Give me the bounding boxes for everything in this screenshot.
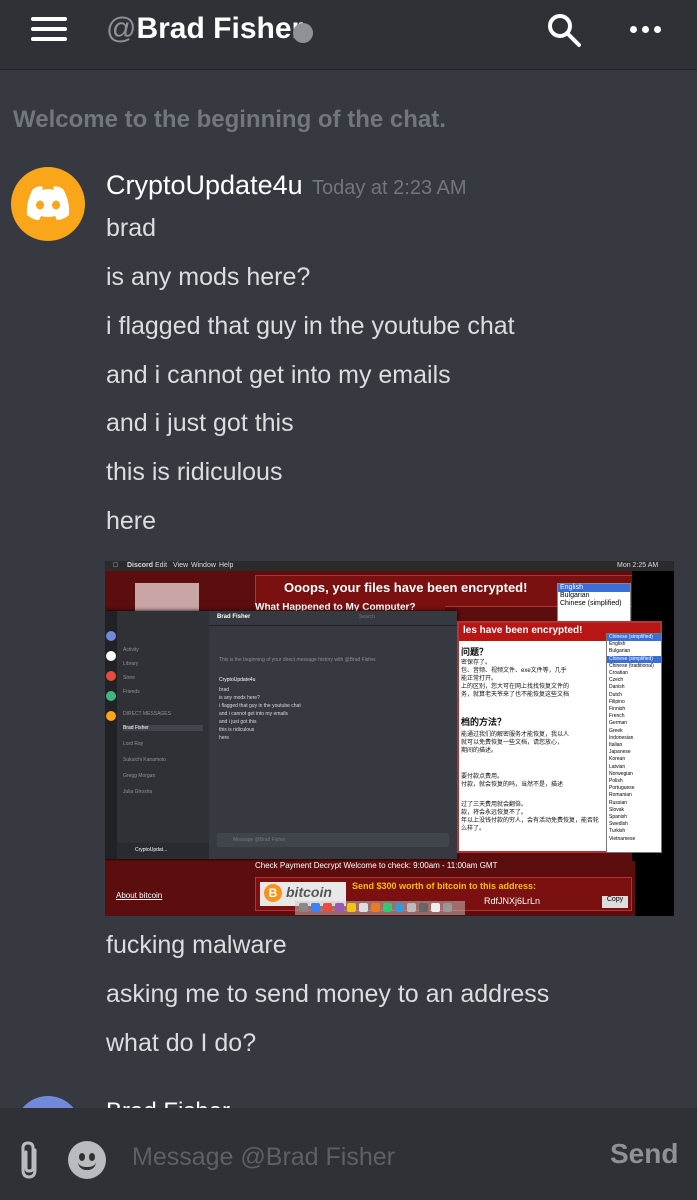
channel-title: @Brad Fisher bbox=[106, 12, 303, 46]
message-line[interactable]: this is ridiculous bbox=[106, 458, 282, 487]
language-dropdown: English Bulgarian Chinese (simplified) bbox=[557, 583, 631, 625]
menu-item: Help bbox=[219, 562, 234, 569]
message-line[interactable]: what do I do? bbox=[106, 1029, 256, 1058]
language-list: Chinese (simplified) English Bulgarian C… bbox=[606, 633, 662, 853]
message-line[interactable]: and i just got this bbox=[106, 409, 294, 438]
inner-message-input: Message @Brad Fisher bbox=[217, 833, 449, 847]
ransom-title: Ooops, your files have been encrypted! bbox=[284, 580, 528, 595]
welcome-message: Welcome to the beginning of the chat. bbox=[13, 106, 446, 133]
chat-header: @Brad Fisher bbox=[0, 0, 697, 70]
message-line[interactable]: is any mods here? bbox=[106, 263, 310, 292]
inner-discord-window: Activity Library Store Friends DIRECT ME… bbox=[105, 611, 457, 859]
server-list bbox=[105, 611, 117, 859]
about-bitcoin-link: About bitcoin bbox=[116, 891, 163, 900]
macos-dock bbox=[295, 901, 465, 915]
message-line[interactable]: fucking malware bbox=[106, 931, 287, 960]
message-line[interactable]: here bbox=[106, 507, 156, 536]
inner-channel-list: Activity Library Store Friends DIRECT ME… bbox=[117, 611, 209, 859]
menu-item: Edit bbox=[155, 562, 168, 569]
message-line[interactable]: asking me to send money to an address bbox=[106, 980, 549, 1009]
menu-item: Discord bbox=[127, 562, 154, 569]
bitcoin-instructions: Send $300 worth of bitcoin to this addre… bbox=[352, 881, 537, 891]
message-author[interactable]: CryptoUpdate4u bbox=[106, 170, 303, 201]
macos-menu-bar:  Discord Edit View Window Help Mon 2:25… bbox=[105, 561, 674, 571]
inner-chat-header: Brad Fisher Search bbox=[209, 611, 457, 626]
image-attachment[interactable]:  Discord Edit View Window Help Mon 2:25… bbox=[105, 561, 674, 916]
discord-logo-icon bbox=[26, 186, 70, 220]
bitcoin-address: RdfJNXj6LrLn bbox=[484, 896, 541, 906]
clock: Mon 2:25 AM bbox=[617, 562, 659, 569]
message-line[interactable]: brad bbox=[106, 214, 156, 243]
avatar[interactable] bbox=[11, 167, 85, 241]
at-symbol: @ bbox=[106, 12, 137, 45]
message-line[interactable]: i flagged that guy in the youtube chat bbox=[106, 312, 515, 341]
menu-item: View bbox=[173, 562, 189, 569]
attachment-clip-icon[interactable] bbox=[15, 1140, 45, 1180]
more-options-icon[interactable] bbox=[630, 26, 662, 34]
offline-status-icon bbox=[293, 23, 313, 43]
search-icon[interactable] bbox=[546, 12, 582, 48]
emoji-icon[interactable] bbox=[68, 1141, 106, 1179]
menu-item: Window bbox=[191, 562, 216, 569]
copy-button: Copy bbox=[602, 896, 628, 908]
ransom-window: les have been encrypted! 问题？ 密保存了。 包、音频、… bbox=[457, 621, 662, 853]
message-timestamp: Today at 2:23 AM bbox=[312, 177, 467, 199]
channel-name: Brad Fisher bbox=[136, 12, 304, 45]
message-line[interactable]: and i cannot get into my emails bbox=[106, 361, 451, 390]
message-input[interactable] bbox=[130, 1136, 584, 1178]
message-composer: Send bbox=[0, 1108, 697, 1200]
inner-user-footer: CryptoUpdat... bbox=[117, 843, 209, 859]
menu-icon[interactable] bbox=[31, 17, 67, 41]
send-button[interactable]: Send bbox=[610, 1138, 678, 1170]
